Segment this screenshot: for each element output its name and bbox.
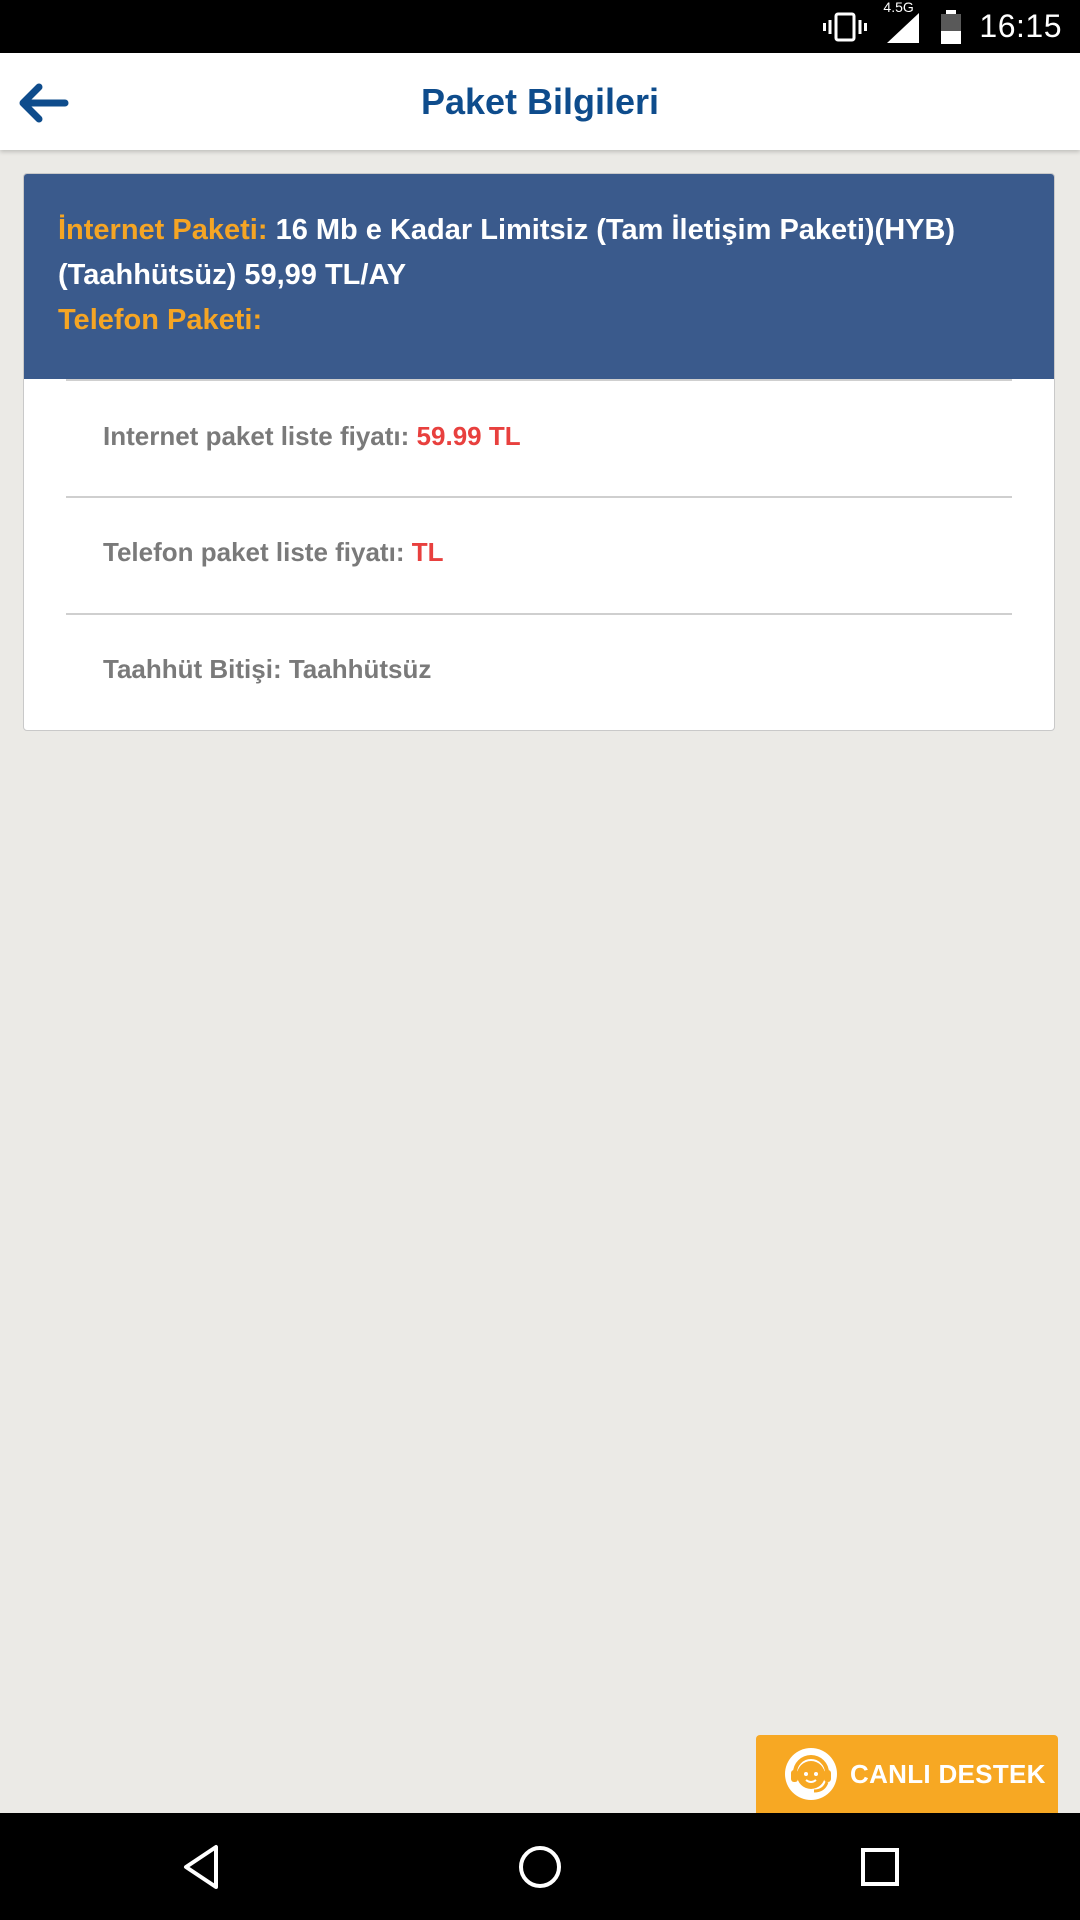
app-header: Paket Bilgileri <box>0 53 1080 150</box>
vibrate-icon <box>823 12 868 42</box>
detail-row-commitment-end: Taahhüt Bitişi: Taahhütsüz <box>24 613 1054 730</box>
live-support-button[interactable]: CANLI DESTEK <box>756 1735 1058 1813</box>
detail-text: Taahhüt Bitişi: Taahhütsüz <box>103 654 431 685</box>
package-card: İnternet Paketi: 16 Mb e Kadar Limitsiz … <box>23 173 1055 731</box>
detail-text: Telefon paket liste fiyatı: TL <box>103 537 443 568</box>
divider <box>66 613 1012 615</box>
live-support-label: CANLI DESTEK <box>850 1758 1046 1789</box>
nav-home-icon <box>519 1845 561 1888</box>
divider <box>66 496 1012 498</box>
detail-label: Telefon paket liste fiyatı: <box>103 537 405 567</box>
internet-package-value: 16 Mb e Kadar Limitsiz (Tam İletişim Pak… <box>275 214 956 246</box>
nav-back-button[interactable] <box>142 1813 262 1920</box>
divider <box>66 379 1012 381</box>
page-title: Paket Bilgileri <box>420 81 660 122</box>
nav-recents-icon <box>861 1847 899 1886</box>
internet-package-value-cont: (Taahhütsüz) 59,99 TL/AY <box>58 259 407 291</box>
phone-package-label: Telefon Paketi: <box>58 304 263 336</box>
nav-back-icon <box>184 1844 218 1889</box>
detail-value: TL <box>411 537 444 567</box>
detail-value: Taahhütsüz <box>288 654 432 684</box>
nav-recents-button[interactable] <box>820 1813 940 1920</box>
status-icons: 4.5G 16:15 <box>823 0 1062 53</box>
detail-row-phone-price: Telefon paket liste fiyatı: TL <box>24 496 1054 613</box>
phone-package-line: Telefon Paketi: <box>58 298 1020 343</box>
detail-text: Internet paket liste fiyatı: 59.99 TL <box>103 421 521 452</box>
navigation-bar <box>0 1813 1080 1920</box>
internet-package-line: İnternet Paketi: 16 Mb e Kadar Limitsiz … <box>58 208 1020 253</box>
detail-label: Internet paket liste fiyatı: <box>103 421 410 451</box>
clock: 16:15 <box>979 8 1062 44</box>
package-summary: İnternet Paketi: 16 Mb e Kadar Limitsiz … <box>24 174 1054 379</box>
nav-home-button[interactable] <box>480 1813 600 1920</box>
support-agent-icon <box>784 1747 838 1801</box>
battery-icon <box>939 9 963 45</box>
detail-value: 59.99 TL <box>416 421 521 451</box>
internet-package-label: İnternet Paketi: <box>58 214 268 246</box>
signal-icon: 4.5G <box>883 0 923 45</box>
detail-row-internet-price: Internet paket liste fiyatı: 59.99 TL <box>24 379 1054 496</box>
detail-label: Taahhüt Bitişi: <box>103 654 282 684</box>
status-bar: 4.5G 16:15 <box>0 0 1080 53</box>
